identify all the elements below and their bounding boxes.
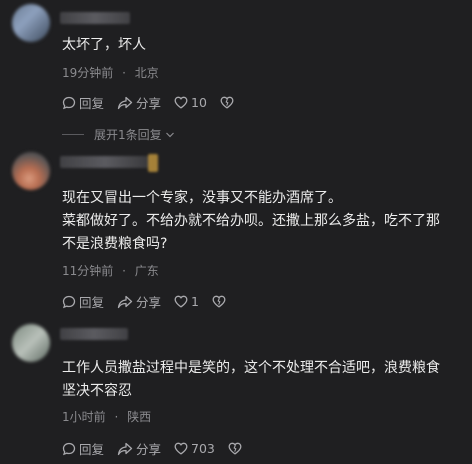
share-label: 分享 [136,96,162,111]
avatar[interactable] [12,4,50,42]
reply-label: 回复 [79,295,105,310]
dislike-button[interactable] [220,96,237,109]
comment-meta: 19分钟前 · 北京 [62,64,159,81]
comment-meta: 11分钟前 · 广东 [62,262,159,279]
comment-location: 陕西 [127,410,152,424]
avatar[interactable] [12,324,50,362]
share-button[interactable]: 分享 [117,292,161,311]
user-badge [148,154,158,172]
username-redacted[interactable] [60,156,150,168]
expand-replies-button[interactable]: 展开1条回复 [62,126,175,143]
comment-time: 11分钟前 [62,264,114,278]
like-button[interactable]: 1 [174,294,199,309]
chevron-down-icon [165,132,174,137]
heart-icon [174,442,188,455]
share-label: 分享 [136,442,162,457]
meta-separator: · [122,66,126,80]
like-count: 703 [191,441,215,456]
expand-label: 展开1条回复 [94,128,162,142]
meta-separator: · [114,410,119,424]
comment-time: 1小时前 [62,410,106,424]
dislike-button[interactable] [228,442,245,455]
comment-text: 太坏了，坏人 [62,37,146,53]
heart-icon [174,295,188,308]
reply-bubble-icon [62,96,76,109]
like-count: 1 [191,294,199,309]
comment-actions: 回复 分享 1 [62,292,242,311]
share-button[interactable]: 分享 [117,93,161,112]
reply-button[interactable]: 回复 [62,93,104,112]
comment-text: 现在又冒出一个专家，没事又不能办酒席了。 菜都做好了。不给办就不给办呗。还撒上那… [62,190,440,252]
share-label: 分享 [136,295,162,310]
broken-heart-icon [228,442,242,455]
reply-bubble-icon [62,295,76,308]
username-redacted[interactable] [60,12,130,24]
share-button[interactable]: 分享 [117,439,161,458]
avatar[interactable] [12,152,50,190]
expand-divider [62,134,84,135]
share-arrow-icon [117,96,133,109]
comment-text: 工作人员撒盐过程中是笑的，这个不处理不合适吧，浪费粮食 坚决不容忍 [62,360,440,399]
share-arrow-icon [117,442,133,455]
share-arrow-icon [117,295,133,308]
reply-label: 回复 [79,96,105,111]
like-button[interactable]: 10 [174,95,207,110]
heart-icon [174,96,188,109]
dislike-button[interactable] [212,295,229,308]
reply-button[interactable]: 回复 [62,292,104,311]
like-count: 10 [191,95,207,110]
reply-label: 回复 [79,442,105,457]
comment-time: 19分钟前 [62,66,114,80]
broken-heart-icon [212,295,226,308]
comment-location: 广东 [134,264,159,278]
like-button[interactable]: 703 [174,441,215,456]
username-redacted[interactable] [60,328,128,340]
meta-separator: · [122,264,126,278]
reply-button[interactable]: 回复 [62,439,104,458]
comment-meta: 1小时前 · 陕西 [62,408,151,425]
comment-actions: 回复 分享 703 [62,439,258,458]
comment-location: 北京 [134,66,159,80]
reply-bubble-icon [62,442,76,455]
comment-actions: 回复 分享 10 [62,93,250,112]
broken-heart-icon [220,96,234,109]
